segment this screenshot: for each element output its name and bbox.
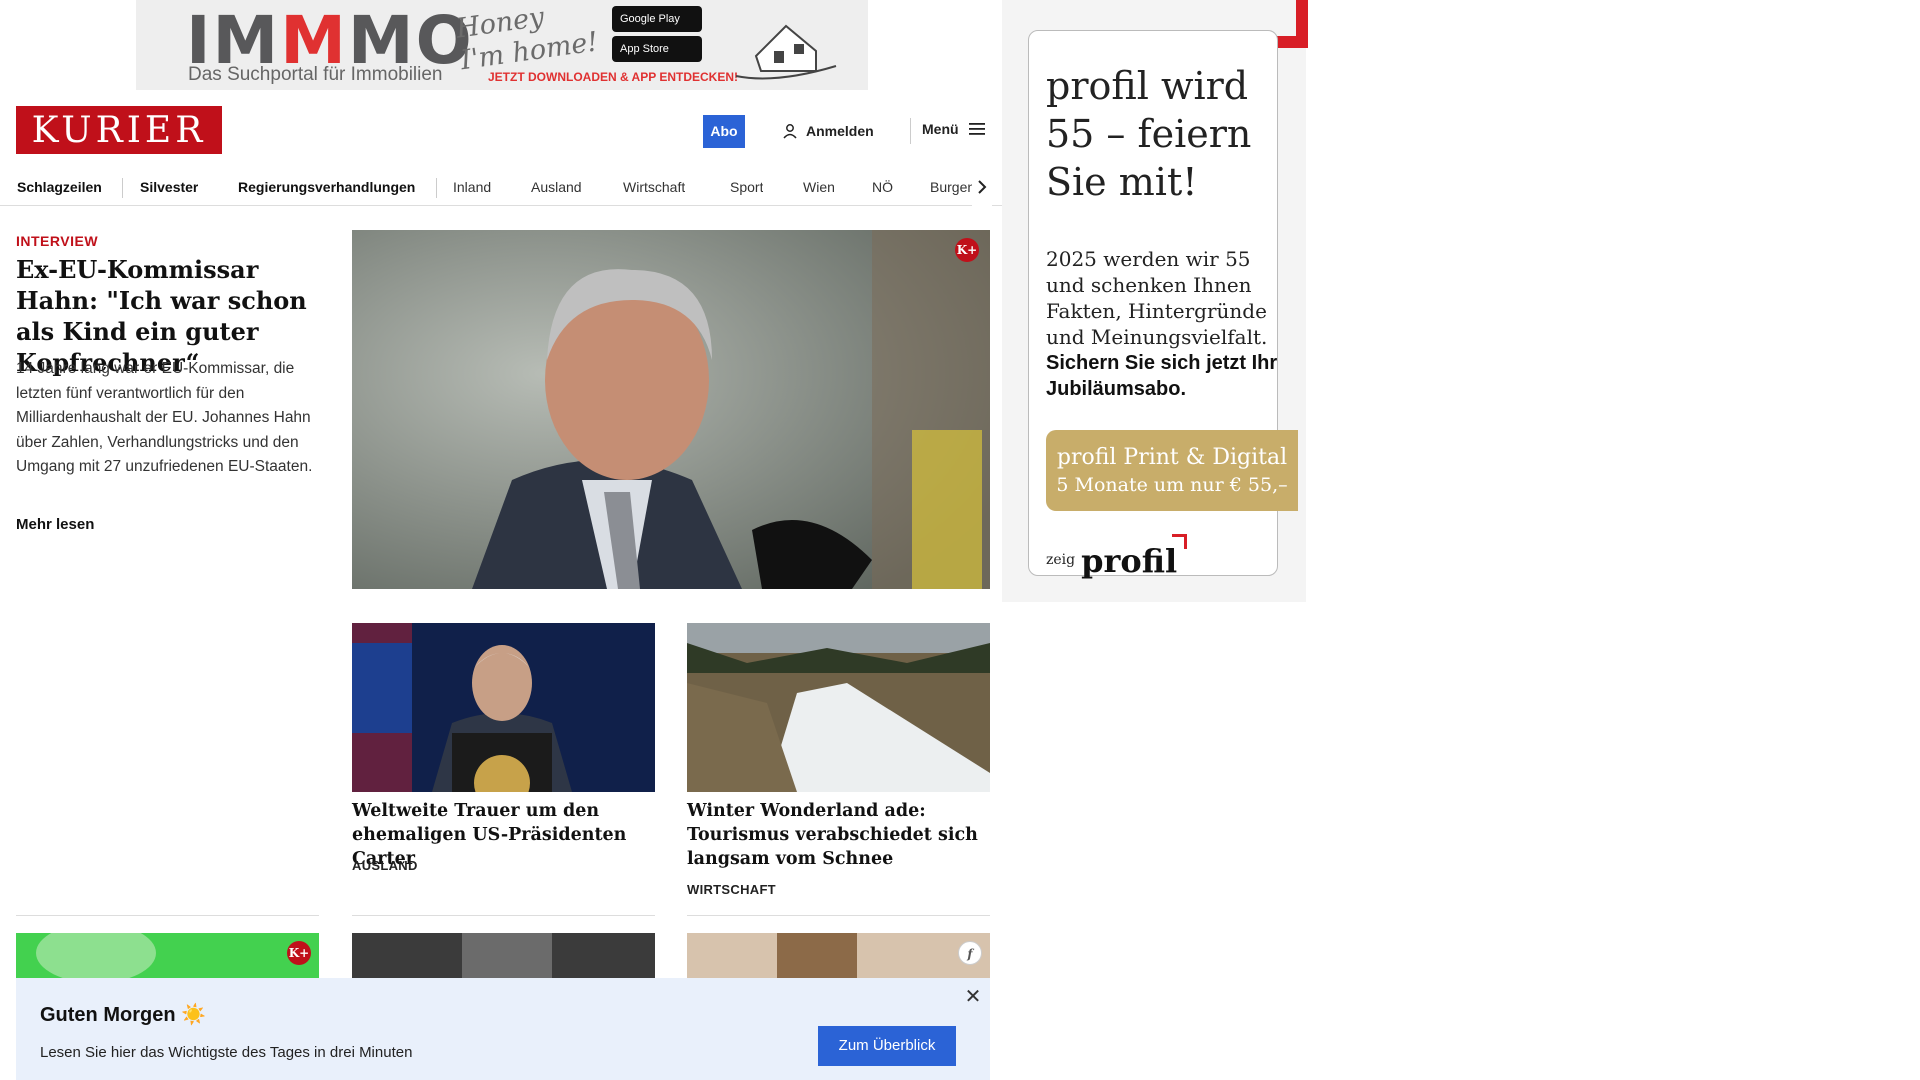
- nav-item-noe[interactable]: NÖ: [872, 168, 893, 206]
- header-divider: [910, 118, 911, 144]
- ad-headline: profil wird 55 – feiern Sie mit!: [1046, 64, 1252, 204]
- morning-subtitle: Lesen Sie hier das Wichtigste des Tages …: [40, 1044, 413, 1061]
- kplus-badge: K+: [287, 941, 311, 965]
- top-ad-banner[interactable]: IMMMO Das Suchportal für Immobilien Hone…: [136, 0, 868, 90]
- card-category-wirtschaft[interactable]: WIRTSCHAFT: [687, 882, 776, 897]
- nav-item-schlagzeilen[interactable]: Schlagzeilen: [17, 168, 102, 206]
- lead-teaser: 14 Jahre lang war er EU-Kommissar, die l…: [16, 360, 313, 475]
- row-divider: [352, 915, 655, 916]
- card-image-ski[interactable]: [687, 623, 990, 792]
- nav-item-wien[interactable]: Wien: [803, 168, 835, 206]
- bottom-image-middle[interactable]: [352, 933, 655, 983]
- login-label: Anmelden: [806, 123, 874, 139]
- nav-item-silvester[interactable]: Silvester: [140, 168, 198, 206]
- photo-detail: [777, 933, 857, 983]
- kplus-badge: K+: [955, 238, 979, 262]
- ski-slope-photo: [687, 623, 990, 792]
- nav-item-burgenland[interactable]: Burgenl: [930, 168, 974, 206]
- login-link[interactable]: Anmelden: [782, 121, 874, 141]
- page: IMMMO Das Suchportal für Immobilien Hone…: [0, 0, 1920, 1080]
- row-divider: [16, 915, 319, 916]
- ad-body-bold: Sichern Sie sich jetzt Ihr Jubiläumsabo.: [1046, 352, 1278, 400]
- card-image-carter[interactable]: [352, 623, 655, 792]
- ad-cta: JETZT DOWNLOADEN & APP ENTDECKEN!: [488, 70, 739, 84]
- nav-item-regierungsverhandlungen[interactable]: Regierungsverhandlungen: [238, 168, 415, 206]
- menu-button[interactable]: Menü: [922, 121, 985, 137]
- lead-kicker: INTERVIEW: [16, 233, 99, 249]
- read-more-link[interactable]: Mehr lesen: [16, 516, 94, 533]
- portrait-photo: [352, 230, 990, 589]
- ad-subtitle: Das Suchportal für Immobilien: [188, 64, 443, 85]
- section-nav: Schlagzeilen Silvester Regierungsverhand…: [0, 168, 1004, 206]
- premium-badge: f: [958, 941, 982, 965]
- press-photo: [352, 623, 655, 792]
- nav-item-ausland[interactable]: Ausland: [531, 168, 582, 206]
- menu-label: Menü: [922, 121, 959, 137]
- ad-offer-button[interactable]: profil Print & Digital 5 Monate um nur €…: [1046, 430, 1298, 511]
- nav-item-wirtschaft[interactable]: Wirtschaft: [623, 168, 685, 206]
- card-category-ausland[interactable]: AUSLAND: [352, 858, 418, 873]
- hamburger-icon: [968, 123, 985, 135]
- photo-detail: [462, 933, 552, 983]
- bottom-image-right[interactable]: f: [687, 933, 990, 983]
- ad-offer-line2: 5 Monate um nur € 55,–: [1056, 474, 1288, 496]
- ad-footer-small: zeig: [1046, 552, 1076, 568]
- user-icon: [783, 124, 797, 139]
- abo-button[interactable]: Abo: [703, 115, 745, 148]
- ad-offer-line1: profil Print & Digital: [1056, 445, 1288, 470]
- morning-title: Guten Morgen ☀️: [40, 1004, 207, 1026]
- nav-item-sport[interactable]: Sport: [730, 168, 763, 206]
- ad-body-text: 2025 werden wir 55 und schenken Ihnen Fa…: [1046, 247, 1268, 349]
- bottom-image-left[interactable]: K+: [16, 933, 319, 983]
- app-store-badge[interactable]: App Store: [612, 36, 702, 62]
- card-headline-winter[interactable]: Winter Wonderland ade: Touris­mus verabs…: [687, 799, 990, 871]
- morning-briefing-banner: Guten Morgen ☀️ Lesen Sie hier das Wicht…: [16, 978, 990, 1080]
- profil-logo: profil: [1081, 534, 1188, 580]
- house-hand-icon: [735, 24, 837, 80]
- close-icon[interactable]: ✕: [962, 986, 984, 1008]
- google-play-badge[interactable]: Google Play: [612, 6, 702, 32]
- chevron-right-icon[interactable]: [972, 168, 992, 206]
- row-divider: [687, 915, 990, 916]
- nav-separator: [122, 178, 123, 198]
- lead-image[interactable]: K+: [352, 230, 990, 589]
- nav-separator: [436, 178, 437, 198]
- kurier-logo[interactable]: KURIER: [16, 106, 222, 154]
- shape-decoration: [36, 933, 156, 983]
- nav-item-inland[interactable]: Inland: [453, 168, 491, 206]
- ad-script-text: Honey I'm home!: [454, 1, 601, 77]
- ad-footer-logo: zeig profil: [1046, 534, 1188, 580]
- overview-button[interactable]: Zum Überblick: [818, 1026, 956, 1066]
